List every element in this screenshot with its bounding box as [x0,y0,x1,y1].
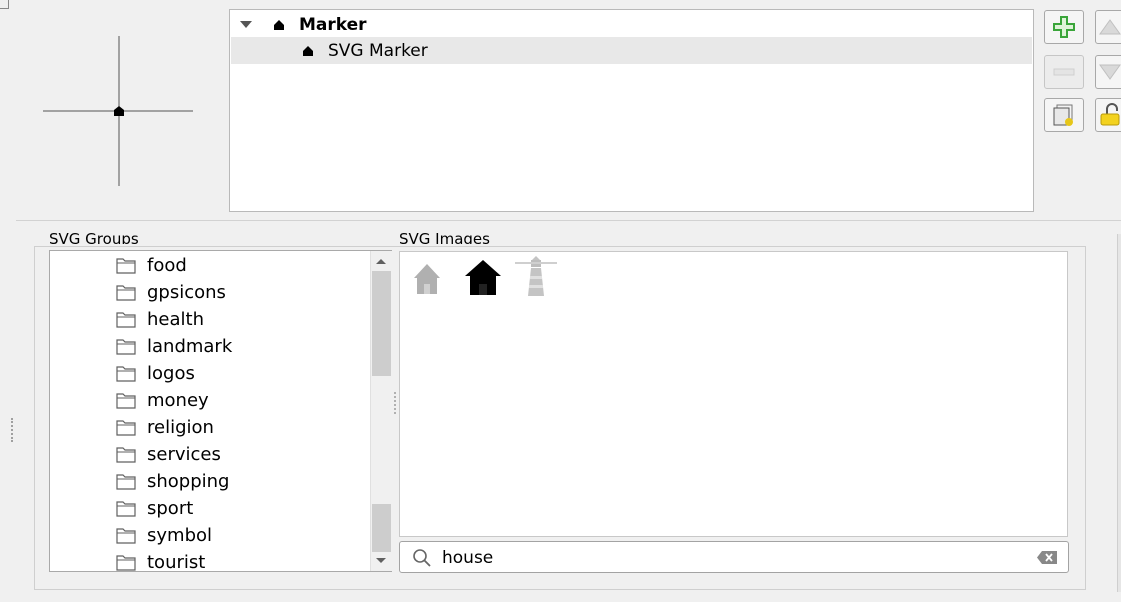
tree-item-svg-marker-label: SVG Marker [328,40,428,61]
group-item[interactable]: money [116,387,209,414]
plus-icon [1053,16,1075,38]
house-marker-icon [303,46,313,56]
groups-scrollbar[interactable] [370,251,392,571]
clear-search-icon[interactable] [1036,550,1058,565]
marker-preview-canvas [43,36,193,186]
group-item[interactable]: religion [116,414,214,441]
group-item-label: shopping [147,471,230,492]
folder-icon [116,528,136,544]
symbol-preview [0,0,230,212]
triangle-down-icon [1099,64,1121,80]
group-item[interactable]: health [116,306,204,333]
group-item-label: symbol [147,525,213,546]
group-item[interactable]: landmark [116,333,232,360]
folder-icon [116,420,136,436]
splitter-handle[interactable] [11,418,17,442]
svg-groups-tree[interactable]: food gpsicons health landmark logos money reli… [49,250,392,572]
group-item-label: services [147,444,221,465]
group-item-label: tourist [147,552,206,572]
svg-images-view[interactable] [399,251,1068,537]
tree-item-marker[interactable]: Marker [231,11,1032,38]
scroll-down-arrow-icon[interactable] [371,553,392,569]
remove-layer-button[interactable] [1044,55,1084,89]
folder-icon [116,312,136,328]
lighthouse-icon[interactable] [513,254,559,298]
group-item[interactable]: sport [116,495,193,522]
folder-icon [116,447,136,463]
corner-handle [0,0,9,9]
house-marker-icon [274,20,284,30]
group-item-label: money [147,390,209,411]
scrollbar-thumb-upper[interactable] [372,271,391,376]
group-item[interactable]: food [116,252,187,279]
group-item[interactable]: symbol [116,522,212,549]
search-icon [413,549,431,567]
group-item-label: health [147,309,204,330]
duplicate-layer-button[interactable] [1044,98,1084,132]
folder-icon [116,474,136,490]
folder-icon [116,555,136,571]
group-item[interactable]: services [116,441,221,468]
group-item-label: sport [147,498,194,519]
lock-layer-button[interactable] [1095,98,1121,132]
lock-icon [1100,103,1120,126]
group-item[interactable]: gpsicons [116,279,226,306]
group-item-label: landmark [147,336,233,357]
folder-icon [116,258,136,274]
section-divider [16,220,1121,221]
group-item-label: religion [147,417,214,438]
duplicate-icon [1053,104,1073,126]
svg-search-box[interactable] [399,541,1069,573]
group-item[interactable]: logos [116,360,195,387]
house-gray-icon[interactable] [412,260,442,296]
group-item-label: food [147,255,187,276]
scrollbar-thumb-lower[interactable] [372,504,391,552]
tree-item-marker-label: Marker [299,14,367,35]
folder-icon [116,285,136,301]
folder-icon [116,393,136,409]
house-black-icon[interactable] [463,258,503,296]
move-up-button[interactable] [1095,10,1121,44]
tree-item-svg-marker[interactable]: SVG Marker [231,37,1032,64]
folder-icon [116,366,136,382]
scroll-up-arrow-icon[interactable] [371,253,392,269]
folder-icon [116,339,136,355]
symbol-layer-tree[interactable]: Marker SVG Marker [229,9,1034,212]
add-layer-button[interactable] [1044,10,1084,44]
group-item[interactable]: tourist [116,549,206,572]
move-down-button[interactable] [1095,55,1121,89]
group-item-label: gpsicons [147,282,226,303]
minus-icon [1053,68,1075,76]
right-scrollbar[interactable] [1117,234,1121,592]
search-input[interactable] [440,546,1024,570]
group-item-label: logos [147,363,195,384]
folder-icon [116,501,136,517]
svg-images-label: SVG Images [399,232,490,244]
chevron-down-icon[interactable] [240,21,252,28]
triangle-up-icon [1099,19,1121,35]
svg-groups-label: SVG Groups [49,232,139,244]
group-item[interactable]: shopping [116,468,230,495]
